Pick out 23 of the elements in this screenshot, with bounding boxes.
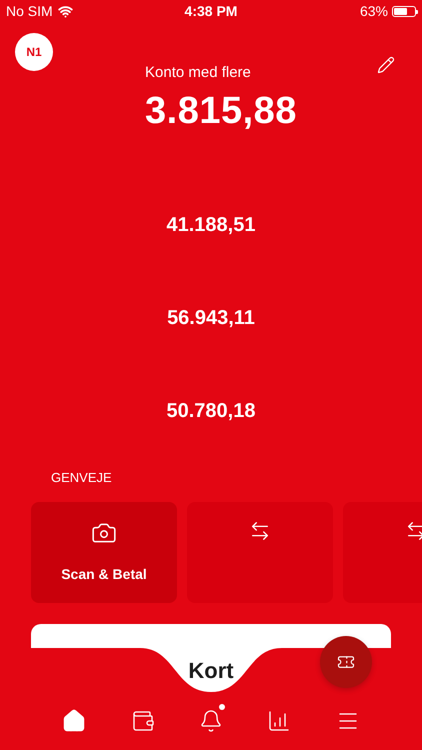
battery-percent: 63% — [360, 3, 388, 19]
ticket-icon — [337, 653, 355, 671]
clock-text: 4:38 PM — [184, 3, 238, 19]
shortcuts-heading: GENVEJE — [51, 470, 113, 486]
shortcut-tile[interactable] — [187, 502, 333, 603]
account-balance: 3.815,88 — [145, 91, 297, 131]
bell-icon — [198, 709, 223, 733]
account-amount: 50.780,18 — [166, 400, 256, 422]
edit-button[interactable] — [376, 55, 396, 75]
swap-arrows-icon — [405, 520, 422, 542]
shortcut-tile[interactable]: Scan & Betal — [31, 502, 177, 603]
wallet-icon — [130, 709, 155, 733]
account-amount: 56.943,11 — [167, 307, 255, 329]
profile-avatar[interactable]: N1 — [15, 33, 53, 71]
account-title: Konto med flere — [145, 63, 251, 83]
card-title: Kort — [188, 660, 234, 682]
swap-arrows-icon — [249, 520, 271, 542]
bar-chart-icon — [267, 709, 292, 733]
battery-icon — [392, 6, 416, 16]
account-amount: 41.188,51 — [166, 214, 256, 236]
carrier-text: No SIM — [6, 3, 53, 19]
pencil-icon — [377, 56, 395, 74]
wifi-icon — [58, 4, 73, 18]
